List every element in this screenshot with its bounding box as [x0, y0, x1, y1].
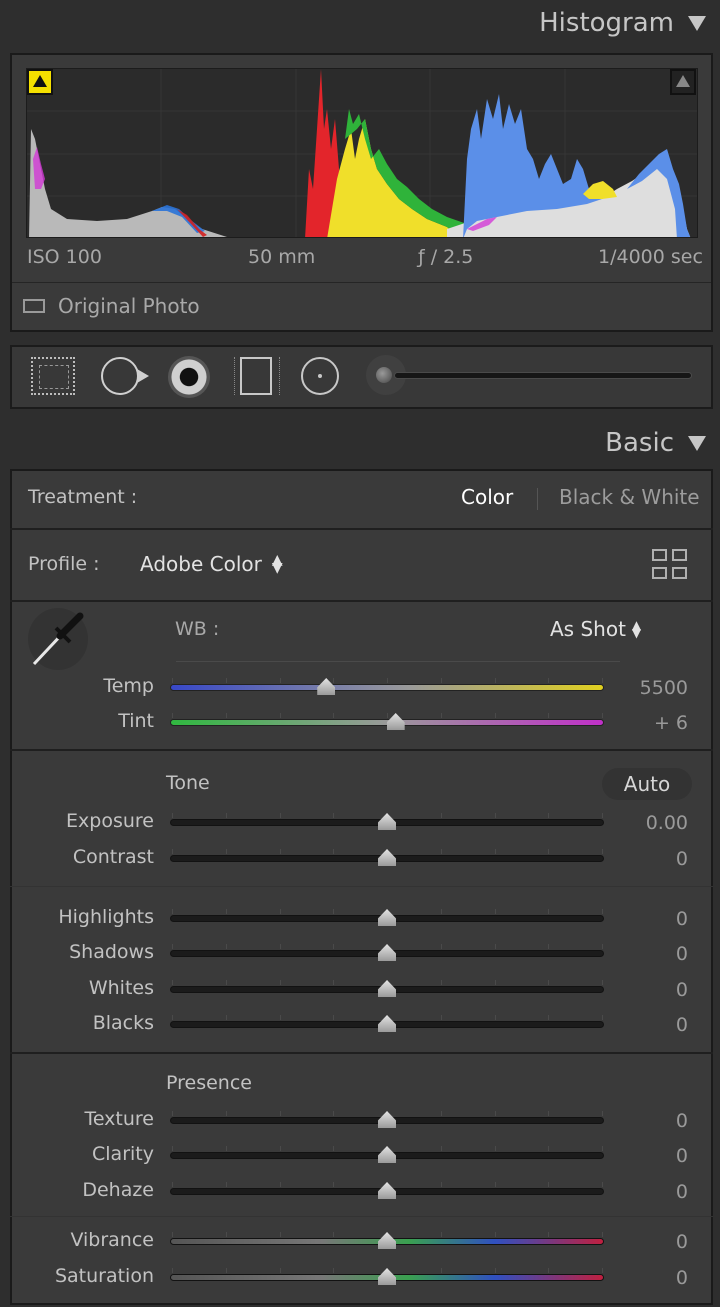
treatment-divider: [537, 488, 538, 510]
wb-value: As Shot: [550, 617, 626, 641]
exif-shutter: 1/4000 sec: [598, 246, 703, 268]
basic-header[interactable]: Basic: [605, 428, 706, 458]
spot-removal-tool-icon[interactable]: [101, 357, 139, 395]
treatment-label: Treatment :: [28, 486, 138, 508]
wb-dropdown[interactable]: As Shot ▲ ▼: [550, 617, 641, 641]
tone-label: Tone: [166, 772, 210, 794]
exif-iso: ISO 100: [27, 246, 102, 268]
auto-tone-button[interactable]: Auto: [602, 768, 692, 800]
exposure-value[interactable]: 0.00: [608, 812, 688, 834]
texture-value[interactable]: 0: [608, 1110, 688, 1132]
basic-title: Basic: [605, 428, 674, 458]
tint-value[interactable]: + 6: [608, 712, 688, 734]
contrast-label: Contrast: [72, 846, 154, 868]
texture-label: Texture: [84, 1108, 154, 1130]
eyedropper-icon: [32, 612, 84, 666]
contrast-value[interactable]: 0: [608, 848, 688, 870]
whites-value[interactable]: 0: [608, 979, 688, 1001]
original-photo-checkbox[interactable]: [23, 299, 45, 313]
tint-label: Tint: [118, 710, 154, 732]
clarity-value[interactable]: 0: [608, 1145, 688, 1167]
shadow-clipping-button[interactable]: [27, 69, 53, 95]
highlights-label: Highlights: [58, 906, 154, 928]
divider: [12, 282, 711, 283]
wb-eyedropper-button[interactable]: [28, 608, 88, 670]
section-divider: [10, 528, 713, 530]
clip-triangle-icon: [33, 75, 47, 87]
saturation-value[interactable]: 0: [608, 1267, 688, 1289]
dehaze-value[interactable]: 0: [608, 1181, 688, 1203]
section-divider: [10, 1052, 713, 1054]
saturation-label: Saturation: [54, 1265, 154, 1287]
blacks-label: Blacks: [92, 1012, 154, 1034]
highlights-value[interactable]: 0: [608, 908, 688, 930]
temp-ticks: [170, 678, 604, 683]
dehaze-label: Dehaze: [82, 1179, 154, 1201]
section-divider: [10, 600, 713, 602]
tint-ticks: [170, 713, 604, 718]
profile-value: Adobe Color: [140, 552, 262, 576]
updown-chevron-icon: ▲ ▼: [271, 552, 283, 576]
group-divider: [10, 886, 713, 887]
profile-browser-grid-icon[interactable]: [652, 549, 688, 581]
presence-label: Presence: [166, 1072, 252, 1094]
temp-label: Temp: [103, 675, 154, 697]
exposure-label: Exposure: [66, 810, 154, 832]
wb-label: WB :: [175, 618, 220, 640]
temp-value[interactable]: 5500: [608, 677, 688, 699]
original-photo-label: Original Photo: [58, 294, 200, 318]
highlight-clipping-button[interactable]: [670, 69, 696, 95]
profile-label: Profile :: [28, 553, 100, 575]
updown-chevron-icon: ▲ ▼: [631, 618, 642, 640]
wb-underline: [176, 661, 620, 662]
shadows-label: Shadows: [69, 941, 154, 963]
group-divider: [10, 1216, 713, 1217]
section-divider: [10, 749, 713, 751]
exif-focal-length: 50 mm: [248, 246, 316, 268]
treatment-color-option[interactable]: Color: [461, 485, 513, 509]
brush-size-slider[interactable]: [394, 372, 692, 379]
vibrance-label: Vibrance: [70, 1229, 154, 1251]
clarity-label: Clarity: [92, 1143, 154, 1165]
blacks-value[interactable]: 0: [608, 1014, 688, 1036]
radial-filter-tool-icon[interactable]: [301, 357, 339, 395]
clip-triangle-icon: [676, 75, 690, 87]
profile-dropdown[interactable]: Adobe Color ▲ ▼: [140, 552, 283, 576]
collapse-triangle-icon[interactable]: [688, 15, 706, 31]
collapse-triangle-icon[interactable]: [688, 435, 706, 451]
shadows-value[interactable]: 0: [608, 943, 688, 965]
histogram-plot: [27, 69, 697, 237]
spot-arrow-icon: [137, 369, 149, 383]
graduated-filter-tool-icon[interactable]: [234, 357, 280, 395]
crop-overlay-tool-icon[interactable]: [31, 357, 75, 395]
whites-label: Whites: [88, 977, 154, 999]
red-eye-tool-icon[interactable]: [168, 356, 210, 398]
vibrance-value[interactable]: 0: [608, 1231, 688, 1253]
treatment-bw-option[interactable]: Black & White: [559, 485, 700, 509]
exif-aperture: ƒ / 2.5: [418, 246, 474, 268]
histogram-graph: [26, 68, 698, 238]
histogram-title: Histogram: [539, 8, 674, 38]
temp-slider[interactable]: [170, 684, 604, 691]
histogram-header[interactable]: Histogram: [539, 8, 706, 38]
